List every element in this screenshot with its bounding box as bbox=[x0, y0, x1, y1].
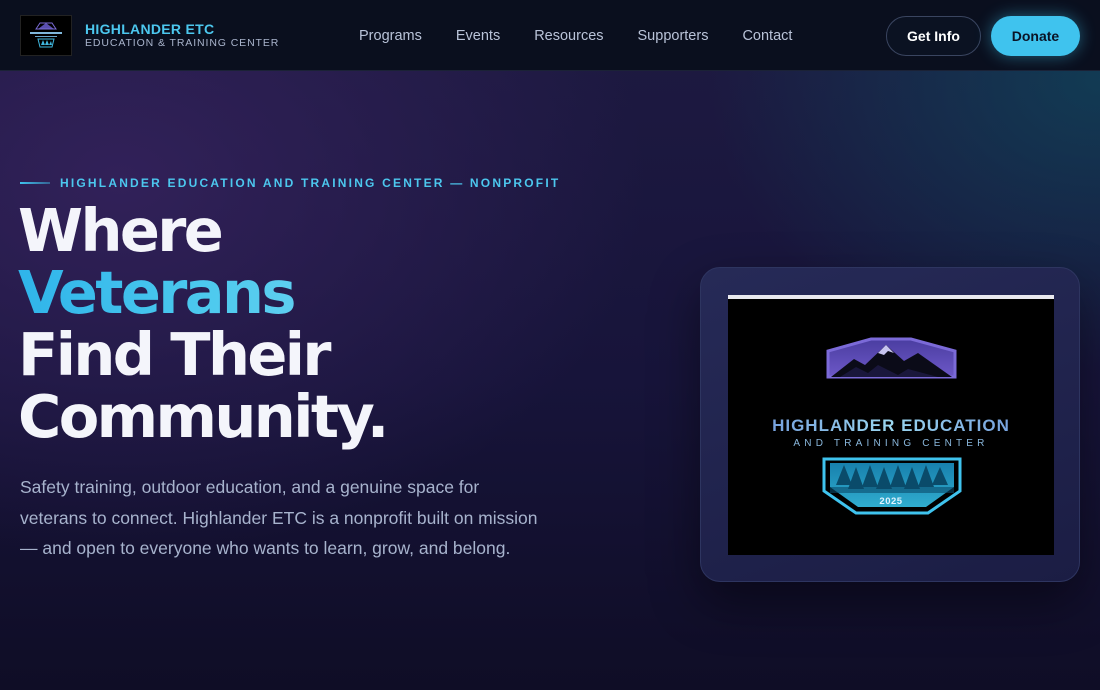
donate-button[interactable]: Donate bbox=[991, 16, 1080, 56]
hero-eyebrow: HIGHLANDER EDUCATION AND TRAINING CENTER… bbox=[20, 176, 560, 190]
hero-image-card: HIGHLANDER EDUCATION AND TRAINING CENTER… bbox=[700, 267, 1080, 582]
brand-title[interactable]: HIGHLANDER ETC bbox=[85, 21, 279, 37]
nav-link-events[interactable]: Events bbox=[456, 26, 500, 46]
brand-logo-icon[interactable] bbox=[20, 15, 72, 56]
nav-link-resources[interactable]: Resources bbox=[534, 26, 603, 46]
nav-link-contact[interactable]: Contact bbox=[742, 26, 792, 46]
logo-subtitle-text: AND TRAINING CENTER bbox=[793, 438, 989, 449]
site-header: HIGHLANDER ETC EDUCATION & TRAINING CENT… bbox=[0, 0, 1100, 71]
brand[interactable]: HIGHLANDER ETC EDUCATION & TRAINING CENT… bbox=[20, 15, 279, 56]
headline-line-4: Community. bbox=[18, 382, 389, 451]
hero-headline: Where Veterans Find Their Community. bbox=[18, 196, 389, 451]
nav-link-programs[interactable]: Programs bbox=[359, 26, 422, 46]
hero-description: Safety training, outdoor education, and … bbox=[20, 477, 538, 558]
logo-title-text: HIGHLANDER EDUCATION bbox=[728, 416, 1054, 436]
get-info-button[interactable]: Get Info bbox=[886, 16, 981, 56]
main-nav: Programs Events Resources Supporters Con… bbox=[359, 26, 826, 46]
headline-line-1: Where bbox=[18, 196, 224, 265]
brand-subtitle: EDUCATION & TRAINING CENTER bbox=[85, 37, 280, 49]
nav-link-supporters[interactable]: Supporters bbox=[638, 26, 709, 46]
eyebrow-divider bbox=[20, 182, 50, 184]
highlander-logo-image: HIGHLANDER EDUCATION AND TRAINING CENTER… bbox=[728, 299, 1054, 555]
logo-year-text: 2025 bbox=[879, 496, 903, 507]
headline-line-accent: Veterans bbox=[18, 262, 387, 324]
headline-line-3: Find Their bbox=[18, 320, 331, 389]
eyebrow-text: HIGHLANDER EDUCATION AND TRAINING CENTER… bbox=[60, 176, 561, 190]
